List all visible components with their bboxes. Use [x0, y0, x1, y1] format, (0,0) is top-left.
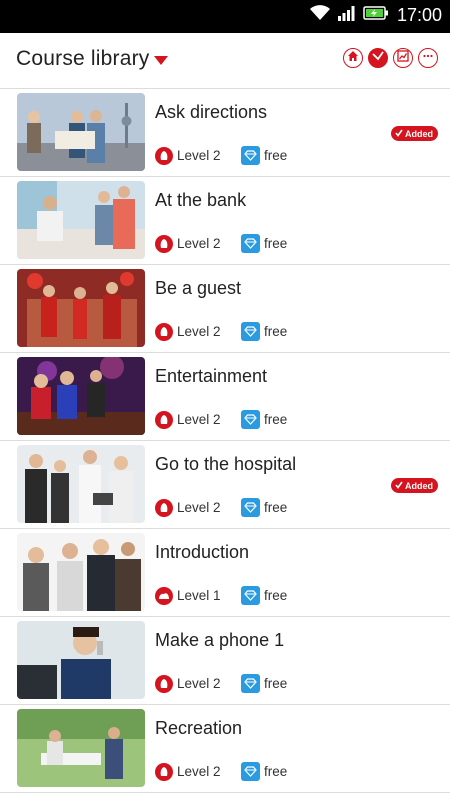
check-icon — [395, 481, 403, 491]
course-level: Level 2 — [177, 764, 221, 779]
added-label: Added — [405, 128, 433, 139]
swap-button[interactable] — [368, 48, 388, 68]
course-price: free — [264, 412, 288, 427]
course-title: Entertainment — [155, 366, 268, 386]
course-list: Ask directions Level 2 free Added At the… — [0, 89, 450, 793]
course-level: Level 2 — [177, 412, 221, 427]
diamond-icon — [241, 322, 260, 341]
course-thumbnail — [17, 181, 145, 259]
course-level: Level 2 — [177, 148, 221, 163]
course-level: Level 2 — [177, 676, 221, 691]
home-icon — [347, 49, 359, 67]
level-icon — [155, 234, 173, 253]
course-row[interactable]: Go to the hospital Level 2 free Added — [0, 441, 450, 529]
more-icon — [422, 49, 434, 67]
level-icon — [155, 498, 173, 517]
added-label: Added — [405, 480, 433, 491]
caret-down-icon — [153, 55, 168, 65]
added-badge: Added — [391, 126, 438, 141]
course-row[interactable]: Be a guest Level 2 free — [0, 265, 450, 353]
course-level: Level 1 — [177, 588, 221, 603]
course-row[interactable]: Ask directions Level 2 free Added — [0, 89, 450, 177]
course-title: Be a guest — [155, 278, 242, 298]
course-thumbnail — [17, 445, 145, 523]
course-library-dropdown[interactable]: Course library — [16, 47, 168, 71]
level-icon — [155, 146, 173, 165]
course-price: free — [264, 500, 288, 515]
course-thumbnail — [17, 269, 145, 347]
signal-icon — [337, 4, 357, 27]
diamond-icon — [241, 674, 260, 693]
level-icon — [155, 322, 173, 341]
status-bar: 17:00 — [0, 0, 450, 33]
course-thumbnail — [17, 93, 145, 171]
course-title: Introduction — [155, 542, 250, 562]
course-row[interactable]: Entertainment Level 2 free — [0, 353, 450, 441]
course-title: Ask directions — [155, 102, 268, 122]
course-price: free — [264, 676, 288, 691]
diamond-icon — [241, 410, 260, 429]
course-price: free — [264, 324, 288, 339]
level-icon — [155, 762, 173, 781]
course-title: Go to the hospital — [155, 454, 297, 474]
app-header: Course library — [0, 33, 450, 89]
course-thumbnail — [17, 709, 145, 787]
course-price: free — [264, 236, 288, 251]
swap-icon — [372, 49, 384, 67]
page-title: Course library — [16, 47, 150, 70]
course-level: Level 2 — [177, 500, 221, 515]
level-icon — [155, 410, 173, 429]
diamond-icon — [241, 234, 260, 253]
course-title: At the bank — [155, 190, 247, 210]
battery-charging-icon — [363, 5, 389, 26]
course-thumbnail — [17, 621, 145, 699]
check-icon — [395, 129, 403, 139]
course-title: Make a phone 1 — [155, 630, 285, 650]
course-price: free — [264, 588, 288, 603]
wifi-icon — [309, 4, 331, 27]
course-thumbnail — [17, 357, 145, 435]
chart-button[interactable] — [393, 48, 413, 68]
diamond-icon — [241, 498, 260, 517]
course-price: free — [264, 764, 288, 779]
course-thumbnail — [17, 533, 145, 611]
course-title: Recreation — [155, 718, 243, 738]
level-icon — [155, 586, 173, 605]
chart-icon — [397, 49, 409, 67]
course-row[interactable]: Recreation Level 2 free — [0, 705, 450, 793]
diamond-icon — [241, 146, 260, 165]
level-icon — [155, 674, 173, 693]
home-button[interactable] — [343, 48, 363, 68]
course-level: Level 2 — [177, 236, 221, 251]
course-row[interactable]: Introduction Level 1 free — [0, 529, 450, 617]
diamond-icon — [241, 762, 260, 781]
course-row[interactable]: At the bank Level 2 free — [0, 177, 450, 265]
course-level: Level 2 — [177, 324, 221, 339]
course-price: free — [264, 148, 288, 163]
status-time: 17:00 — [396, 5, 442, 25]
course-row[interactable]: Make a phone 1 Level 2 free — [0, 617, 450, 705]
more-button[interactable] — [418, 48, 438, 68]
diamond-icon — [241, 586, 260, 605]
added-badge: Added — [391, 478, 438, 493]
